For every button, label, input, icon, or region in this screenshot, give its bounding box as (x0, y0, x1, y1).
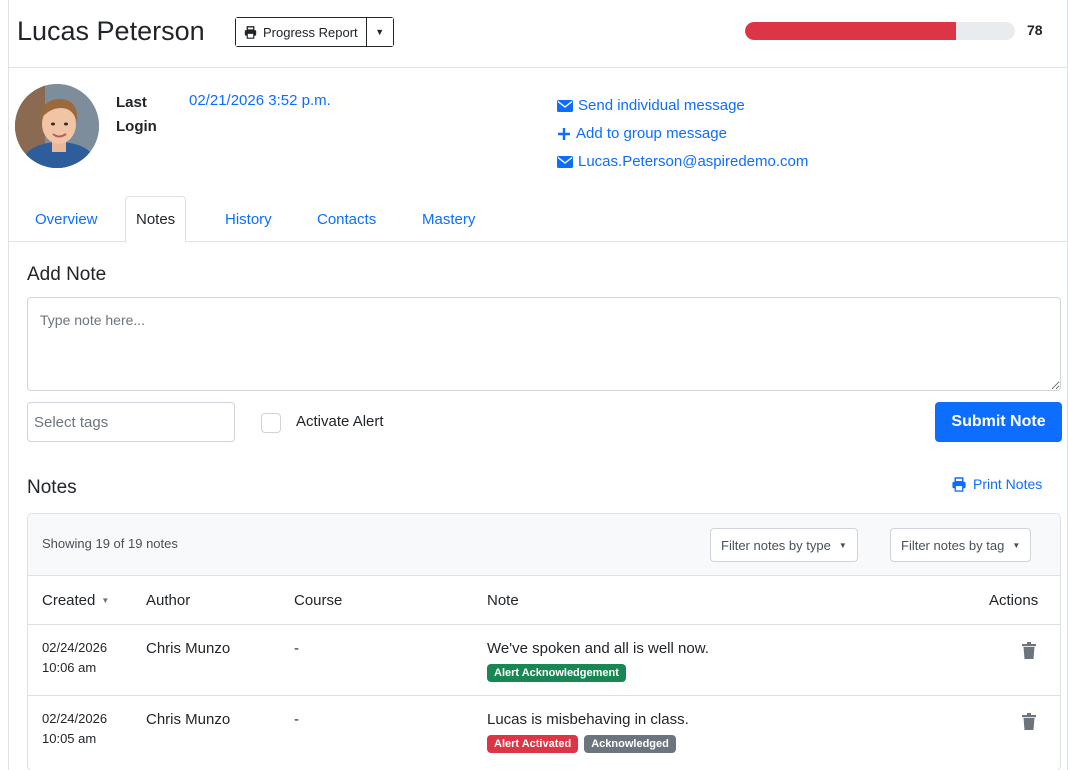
column-created-label: Created (42, 592, 96, 609)
column-created[interactable]: Created ▼ (42, 592, 109, 609)
add-to-group-message-label: Add to group message (576, 125, 727, 142)
email-link[interactable]: Lucas.Peterson@aspiredemo.com (557, 148, 808, 176)
note-badges: Alert Acknowledgement (487, 664, 626, 682)
select-tags-input[interactable] (27, 402, 235, 442)
note-badges: Alert Activated Acknowledged (487, 735, 676, 753)
progress-bar-fill (745, 22, 956, 40)
note-text: Lucas is misbehaving in class. (487, 711, 689, 728)
add-note-title: Add Note (27, 264, 107, 285)
contact-links: Send individual message Add to group mes… (557, 92, 808, 176)
column-author: Author (146, 592, 191, 609)
note-time: 10:05 am (42, 731, 97, 746)
email-label: Lucas.Peterson@aspiredemo.com (578, 153, 809, 170)
badge-alert-acknowledgement: Alert Acknowledgement (487, 664, 626, 682)
note-text: We've spoken and all is well now. (487, 640, 709, 657)
progress-bar (745, 22, 1015, 40)
student-avatar (15, 84, 99, 168)
badge-alert-activated: Alert Activated (487, 735, 579, 753)
print-notes-label: Print Notes (973, 476, 1043, 492)
badge-acknowledged: Acknowledged (584, 735, 676, 753)
progress-report-button[interactable]: Progress Report (236, 18, 367, 46)
notes-card-header: Showing 19 of 19 notes Filter notes by t… (28, 514, 1060, 576)
activate-alert-label: Activate Alert (296, 413, 384, 430)
add-to-group-message-link[interactable]: Add to group message (557, 120, 808, 148)
note-textarea[interactable] (27, 297, 1061, 391)
student-name: Lucas Peterson (17, 16, 205, 46)
note-time: 10:06 am (42, 660, 97, 675)
sort-caret-icon: ▼ (101, 596, 110, 605)
column-note: Note (487, 592, 519, 609)
submit-note-button[interactable]: Submit Note (935, 402, 1062, 442)
caret-down-icon: ▼ (838, 540, 847, 550)
tab-history[interactable]: History (215, 196, 282, 242)
send-individual-message-link[interactable]: Send individual message (557, 92, 808, 120)
notes-count-text: Showing 19 of 19 notes (42, 536, 178, 551)
filter-type-label: Filter notes by type (721, 537, 831, 553)
printer-icon (952, 476, 966, 492)
progress-report-dropdown-toggle[interactable]: ▼ (366, 18, 393, 46)
caret-down-icon: ▼ (375, 27, 385, 37)
progress-report-button-group: Progress Report ▼ (235, 17, 394, 47)
note-author: Chris Munzo (146, 711, 231, 728)
note-created-date: 02/24/2026 10:05 am (42, 709, 107, 749)
note-course: - (294, 711, 299, 728)
plus-icon (558, 128, 570, 140)
progress-value: 78 (1027, 22, 1043, 38)
printer-icon (244, 25, 257, 39)
envelope-icon (557, 156, 573, 168)
note-date: 02/24/2026 (42, 711, 108, 726)
last-login-value: 02/21/2026 3:52 p.m. (189, 92, 331, 109)
send-individual-message-label: Send individual message (578, 97, 745, 114)
note-date: 02/24/2026 (42, 640, 108, 655)
student-panel: Lucas Peterson Progress Report ▼ 78 Last… (8, 0, 1068, 770)
last-login-label: Last Login (116, 94, 157, 135)
table-row: 02/24/2026 10:05 am Chris Munzo - Lucas … (28, 696, 1060, 770)
filter-notes-by-type-dropdown[interactable]: Filter notes by type ▼ (710, 528, 858, 562)
notes-card: Showing 19 of 19 notes Filter notes by t… (27, 513, 1061, 770)
table-row: 02/24/2026 10:06 am Chris Munzo - We've … (28, 625, 1060, 696)
tab-overview[interactable]: Overview (25, 196, 108, 242)
avatar-photo (15, 84, 99, 168)
note-author: Chris Munzo (146, 640, 231, 657)
envelope-icon (557, 100, 573, 112)
tab-notes[interactable]: Notes (125, 196, 187, 243)
filter-notes-by-tag-dropdown[interactable]: Filter notes by tag ▼ (890, 528, 1032, 562)
tab-mastery[interactable]: Mastery (412, 196, 485, 242)
student-tabs: Overview Notes History Contacts Mastery (9, 196, 1067, 243)
tab-contacts[interactable]: Contacts (307, 196, 386, 242)
column-course: Course (294, 592, 343, 609)
progress-report-label: Progress Report (263, 24, 358, 40)
column-actions: Actions (989, 592, 1039, 609)
notes-title: Notes (27, 477, 77, 498)
activate-alert-checkbox[interactable] (261, 413, 281, 433)
trash-icon[interactable] (1022, 713, 1036, 730)
trash-icon[interactable] (1022, 642, 1036, 659)
note-created-date: 02/24/2026 10:06 am (42, 638, 107, 678)
print-notes-link[interactable]: Print Notes (951, 476, 1042, 492)
caret-down-icon: ▼ (1012, 540, 1021, 550)
student-header: Lucas Peterson Progress Report ▼ 78 (9, 0, 1067, 68)
filter-tag-label: Filter notes by tag (901, 537, 1005, 553)
note-course: - (294, 640, 299, 657)
